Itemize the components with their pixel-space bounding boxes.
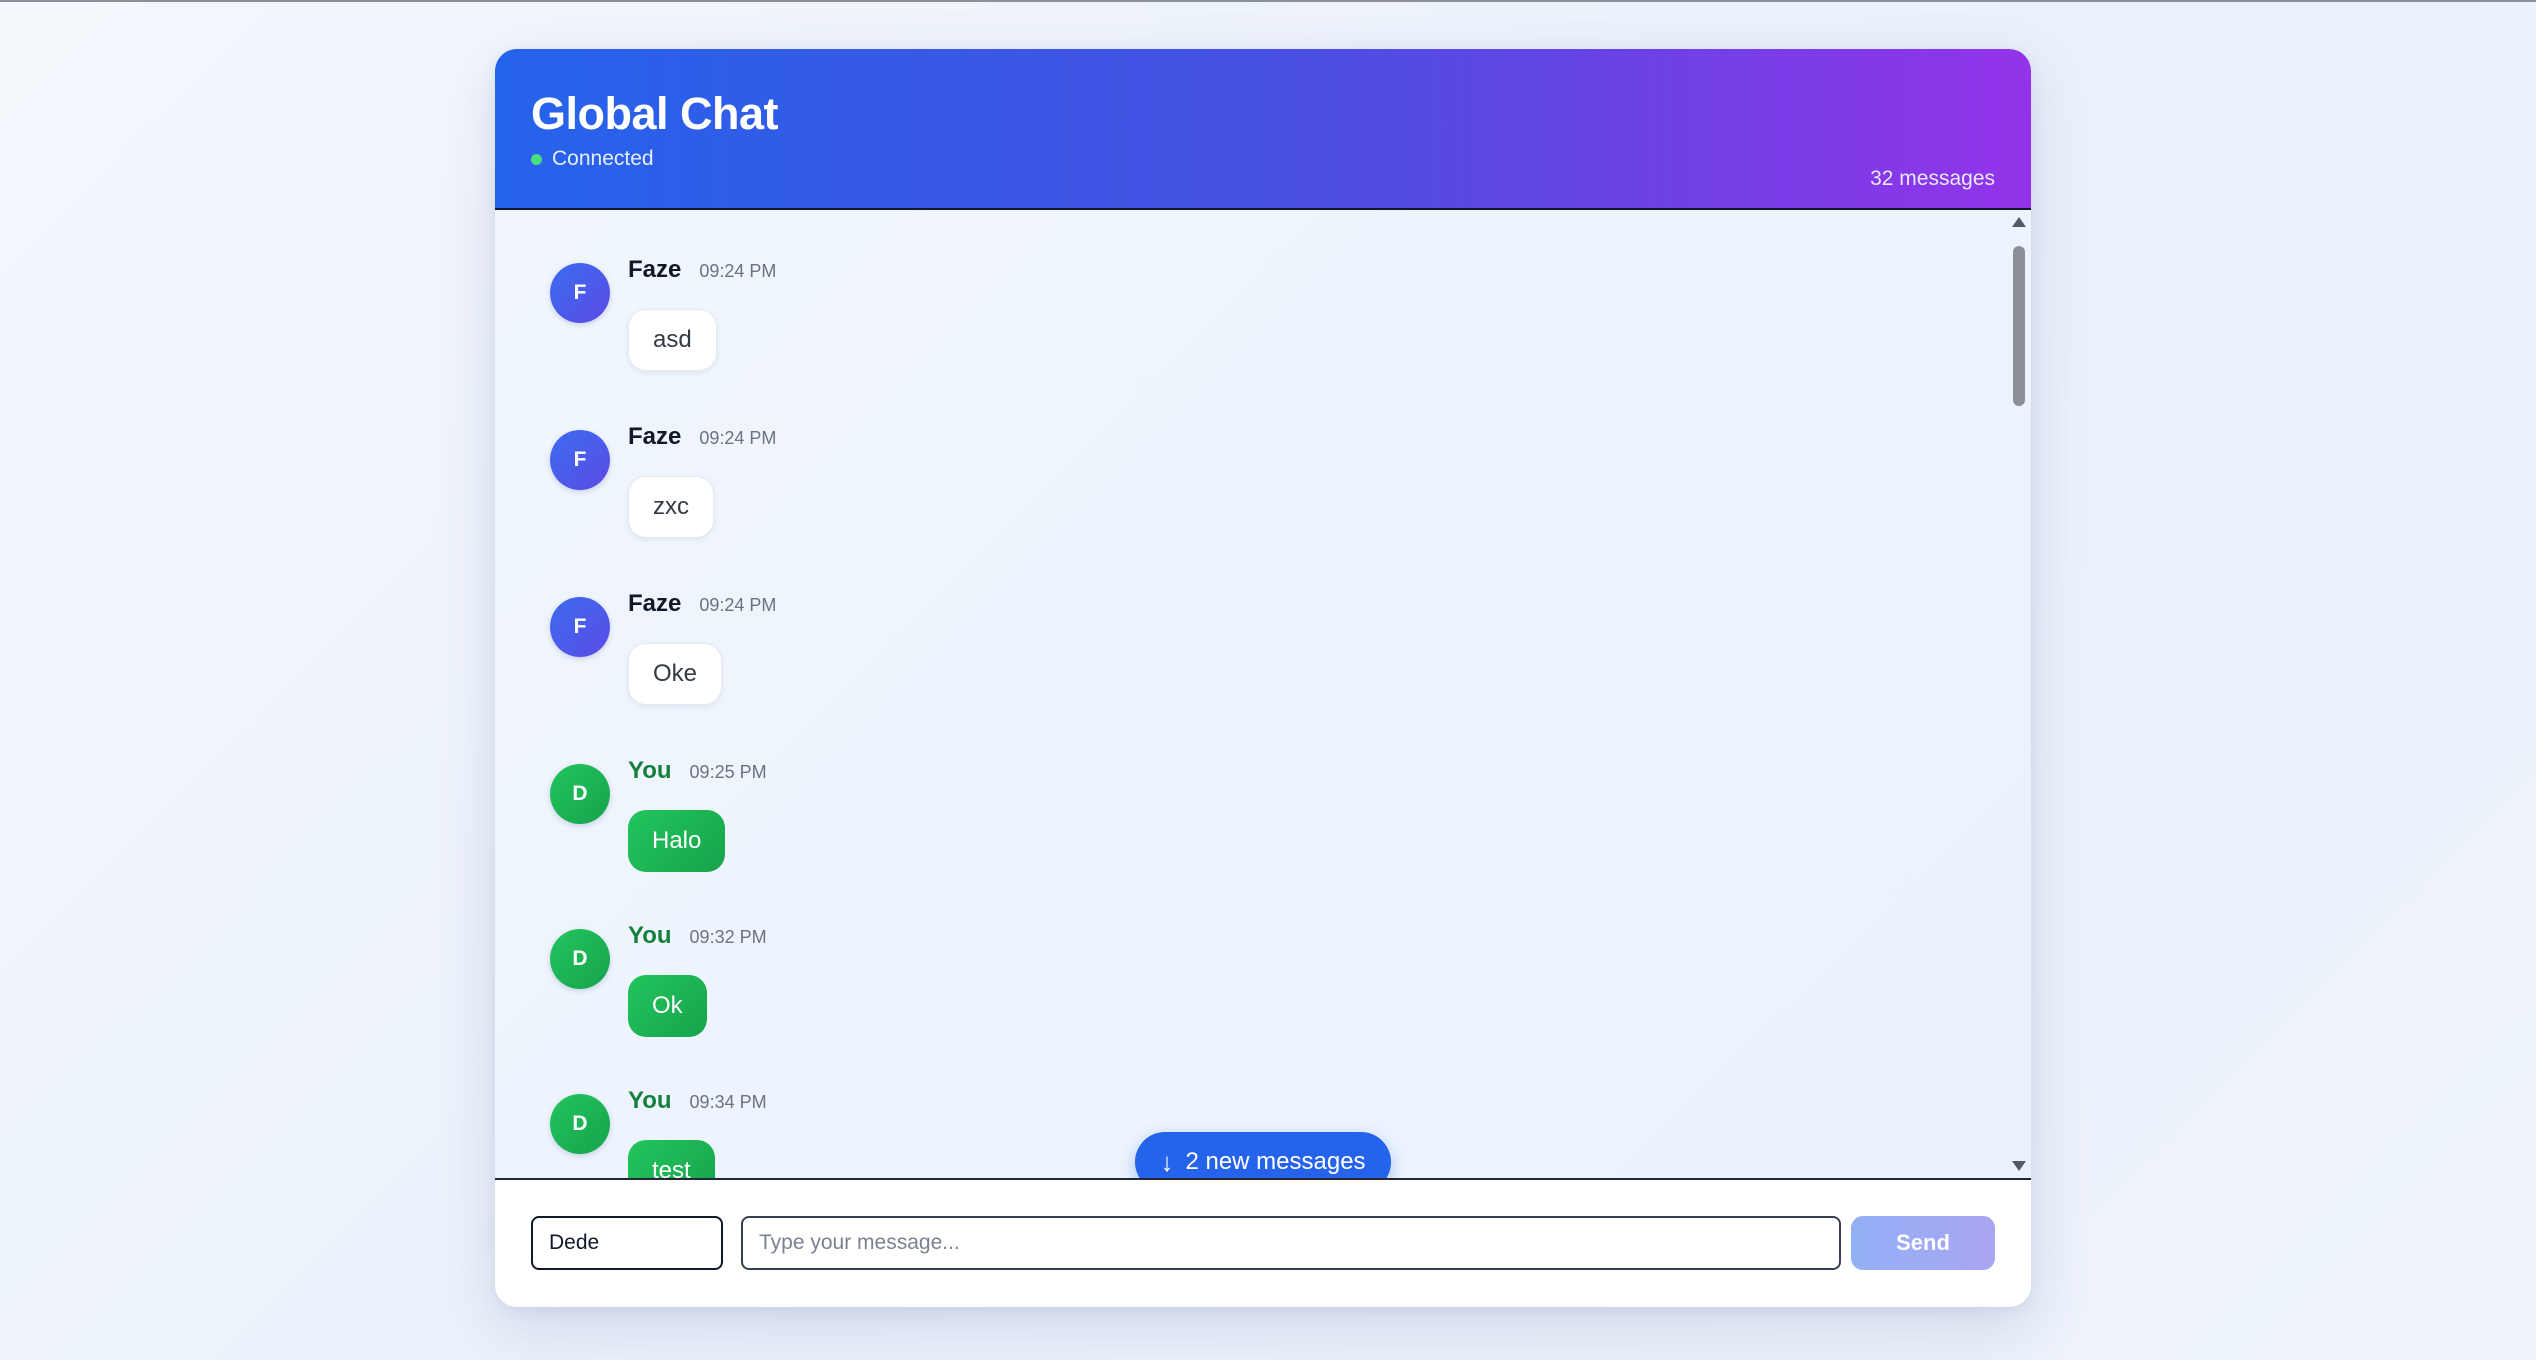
chat-title: Global Chat	[531, 88, 779, 139]
message-time: 09:32 PM	[689, 927, 767, 947]
avatar: D	[550, 764, 610, 824]
arrow-down-icon: ↓	[1160, 1147, 1174, 1177]
message-list[interactable]: F Faze 09:24 PM asd F Faze 09:24 PM zxc …	[495, 210, 2031, 1178]
connection-status: Connected	[531, 147, 654, 171]
message-item: F Faze 09:24 PM asd	[550, 256, 1450, 393]
message-count: 32 messages	[1870, 167, 1995, 190]
connection-status-text: Connected	[552, 147, 654, 170]
avatar: D	[550, 929, 610, 989]
avatar: F	[550, 430, 610, 490]
avatar: F	[550, 263, 610, 323]
message-bubble: zxc	[628, 476, 714, 538]
username-input[interactable]	[531, 1216, 723, 1270]
message-item: F Faze 09:24 PM zxc	[550, 423, 1450, 560]
message-time: 09:25 PM	[689, 762, 767, 782]
message-item: D You 09:32 PM Ok	[550, 922, 1450, 1059]
avatar: D	[550, 1094, 610, 1154]
new-messages-label: 2 new messages	[1185, 1148, 1366, 1175]
message-meta: You 09:25 PM	[628, 757, 767, 785]
message-meta: Faze 09:24 PM	[628, 423, 776, 451]
message-sender: Faze	[628, 590, 682, 617]
message-meta: You 09:34 PM	[628, 1087, 767, 1115]
message-item: D You 09:25 PM Halo	[550, 757, 1450, 894]
message-composer: Send	[495, 1178, 2031, 1307]
message-meta: You 09:32 PM	[628, 922, 767, 950]
browser-top-border	[0, 0, 2536, 2]
scrollbar-thumb[interactable]	[2013, 246, 2025, 406]
message-time: 09:24 PM	[699, 428, 777, 448]
message-meta: Faze 09:24 PM	[628, 256, 776, 284]
message-item: F Faze 09:24 PM Oke	[550, 590, 1450, 727]
message-sender: You	[628, 1087, 672, 1114]
message-sender: Faze	[628, 423, 682, 450]
message-sender: Faze	[628, 256, 682, 283]
message-bubble: Oke	[628, 643, 723, 705]
chat-header: Global Chat Connected 32 messages	[495, 49, 2031, 210]
message-sender: You	[628, 922, 672, 949]
message-bubble: asd	[628, 309, 717, 371]
message-bubble: Halo	[628, 810, 726, 872]
avatar: F	[550, 597, 610, 657]
message-input[interactable]	[741, 1216, 1841, 1270]
message-time: 09:24 PM	[699, 261, 777, 281]
scroll-down-arrow-icon[interactable]	[2007, 1156, 2031, 1176]
message-bubble: Ok	[628, 975, 707, 1037]
message-time: 09:34 PM	[689, 1092, 767, 1112]
status-dot-icon	[531, 153, 542, 165]
message-sender: You	[628, 757, 672, 784]
scroll-up-arrow-icon[interactable]	[2007, 212, 2031, 232]
chat-window: Global Chat Connected 32 messages F Faze…	[495, 49, 2031, 1307]
send-button[interactable]: Send	[1851, 1216, 1995, 1270]
new-messages-button[interactable]: ↓ 2 new messages	[1135, 1132, 1391, 1178]
message-list-scrollbar[interactable]	[2007, 210, 2031, 1178]
message-time: 09:24 PM	[699, 595, 777, 615]
message-bubble: test	[628, 1140, 715, 1178]
message-meta: Faze 09:24 PM	[628, 590, 776, 618]
